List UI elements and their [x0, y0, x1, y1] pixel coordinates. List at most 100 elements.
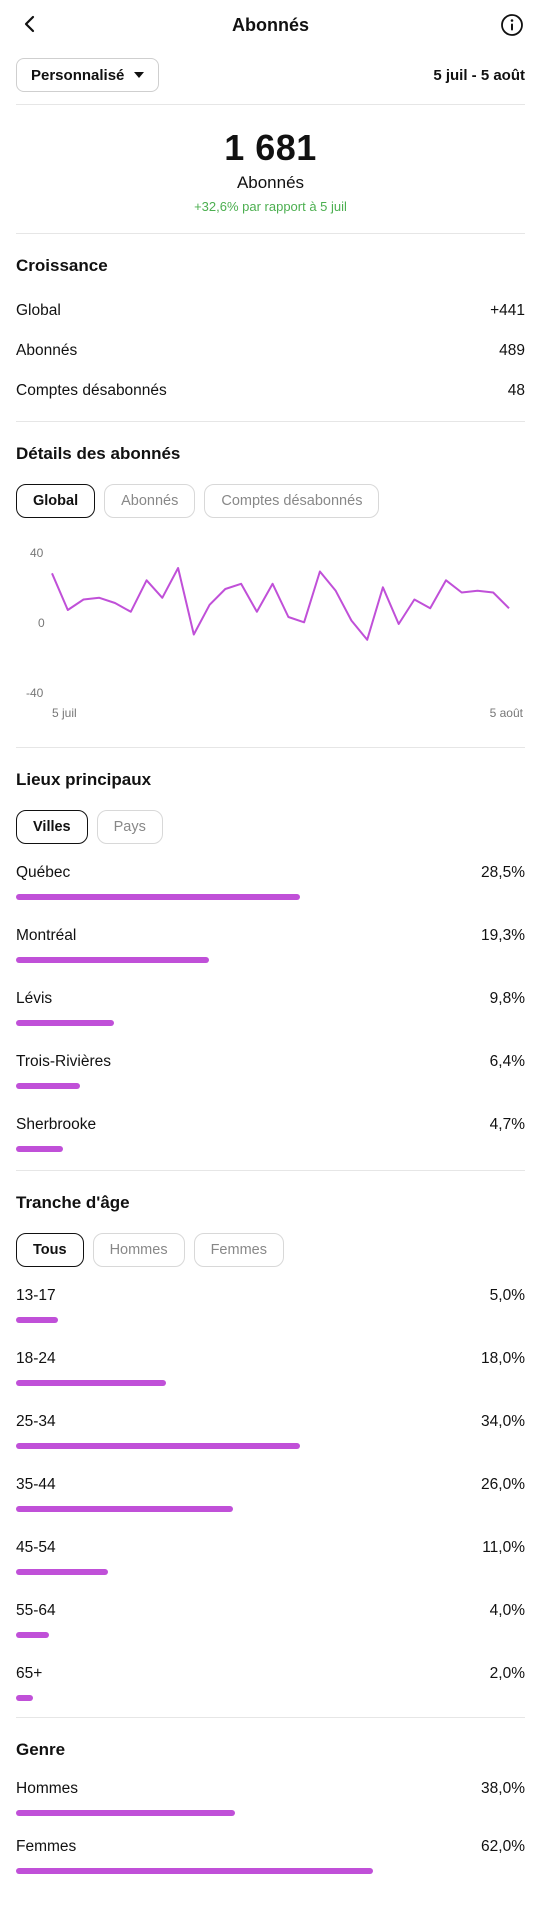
bar-label: 45-54 — [16, 1539, 56, 1556]
bar-row: 55-64 4,0% — [16, 1602, 525, 1638]
followers-summary: 1 681 Abonnés +32,6% par rapport à 5 jui… — [0, 105, 541, 233]
bar-label: 25-34 — [16, 1413, 56, 1430]
bar-row: Lévis 9,8% — [16, 990, 525, 1026]
bar-row: Québec 28,5% — [16, 864, 525, 900]
chevron-left-icon — [24, 15, 35, 33]
bar-row-head: 45-54 11,0% — [16, 1539, 525, 1557]
bar-row: 35-44 26,0% — [16, 1476, 525, 1512]
tab-women[interactable]: Femmes — [193, 1233, 284, 1267]
details-tabs: Global Abonnés Comptes désabonnés — [16, 484, 525, 518]
growth-row: Abonnés 489 — [16, 342, 525, 360]
bar-fill — [16, 894, 300, 900]
bar-label: Montréal — [16, 927, 77, 944]
bar-label: Sherbrooke — [16, 1116, 97, 1133]
tab-countries[interactable]: Pays — [96, 810, 163, 844]
bar-row-head: Sherbrooke 4,7% — [16, 1116, 525, 1134]
bar-label: 55-64 — [16, 1602, 56, 1619]
tab-global[interactable]: Global — [16, 484, 96, 518]
bar-label: Hommes — [16, 1780, 79, 1797]
growth-title: Croissance — [16, 256, 108, 275]
page-title: Abonnés — [231, 14, 309, 35]
bar-row-head: 25-34 34,0% — [16, 1413, 525, 1431]
bar-row: Montréal 19,3% — [16, 927, 525, 963]
bar-row-head: 18-24 18,0% — [16, 1350, 525, 1368]
bar-fill — [16, 1083, 80, 1089]
bar-row: 65+ 2,0% — [16, 1665, 525, 1701]
growth-row-label: Abonnés — [16, 342, 78, 359]
bar-row-head: 13-17 5,0% — [16, 1287, 525, 1305]
bar-label: Femmes — [16, 1838, 77, 1855]
bar-value: 28,5% — [481, 864, 525, 881]
bar-row-head: Québec 28,5% — [16, 864, 525, 882]
tab-followers[interactable]: Abonnés — [104, 484, 196, 518]
bar-label: Lévis — [16, 990, 53, 1007]
tab-cities[interactable]: Villes — [16, 810, 88, 844]
line-chart-svg — [51, 567, 510, 641]
gender-list: Hommes 38,0% Femmes 62,0% — [16, 1780, 525, 1874]
top-bar: Abonnés — [0, 0, 541, 50]
growth-row: Global +441 — [16, 302, 525, 320]
tab-men[interactable]: Hommes — [92, 1233, 185, 1267]
period-dropdown[interactable]: Personnalisé — [16, 58, 160, 92]
bar-fill — [16, 1810, 235, 1816]
bar-value: 4,0% — [489, 1602, 525, 1619]
bar-row: Femmes 62,0% — [16, 1838, 525, 1874]
bar-value: 62,0% — [481, 1838, 525, 1855]
bar-fill — [16, 1020, 114, 1026]
bar-value: 9,8% — [489, 990, 525, 1007]
bar-row: Hommes 38,0% — [16, 1780, 525, 1816]
bar-value: 34,0% — [481, 1413, 525, 1430]
bar-label: Québec — [16, 864, 71, 881]
period-dropdown-label: Personnalisé — [31, 66, 125, 84]
series-line — [51, 567, 510, 641]
tab-unfollowed[interactable]: Comptes désabonnés — [204, 484, 380, 518]
bar-fill — [16, 1569, 108, 1575]
age-tabs: Tous Hommes Femmes — [16, 1233, 525, 1267]
locations-tabs: Villes Pays — [16, 810, 525, 844]
bar-row-head: 55-64 4,0% — [16, 1602, 525, 1620]
info-button[interactable] — [499, 12, 525, 38]
bar-fill — [16, 1443, 300, 1449]
info-icon — [501, 14, 523, 36]
growth-section: Croissance Global +441 Abonnés 489 Compt… — [0, 234, 541, 421]
bar-fill — [16, 1868, 373, 1874]
age-range-section: Tranche d'âge Tous Hommes Femmes 13-17 5,… — [0, 1171, 541, 1717]
follower-details-section: Détails des abonnés Global Abonnés Compt… — [0, 422, 541, 747]
bar-label: 13-17 — [16, 1287, 56, 1304]
gender-section: Genre Hommes 38,0% Femmes 62,0% — [0, 1718, 541, 1874]
caret-down-icon — [134, 72, 145, 78]
bar-value: 26,0% — [481, 1476, 525, 1493]
bar-row-head: 35-44 26,0% — [16, 1476, 525, 1494]
bar-row-head: Femmes 62,0% — [16, 1838, 525, 1856]
locations-title: Lieux principaux — [16, 770, 152, 789]
bar-label: 65+ — [16, 1665, 43, 1682]
bar-row-head: Lévis 9,8% — [16, 990, 525, 1008]
bar-row-head: Montréal 19,3% — [16, 927, 525, 945]
bar-value: 19,3% — [481, 927, 525, 944]
bar-fill — [16, 1380, 166, 1386]
age-title: Tranche d'âge — [16, 1193, 130, 1212]
growth-row-value: 489 — [499, 342, 525, 359]
tab-all[interactable]: Tous — [16, 1233, 84, 1267]
back-button[interactable] — [18, 12, 42, 36]
x-start-label: 5 juil — [52, 706, 77, 720]
bar-value: 38,0% — [481, 1780, 525, 1797]
bar-row-head: Trois-Rivières 6,4% — [16, 1053, 525, 1071]
bar-fill — [16, 1146, 63, 1152]
growth-row: Comptes désabonnés 48 — [16, 382, 525, 400]
bar-row: 45-54 11,0% — [16, 1539, 525, 1575]
bar-value: 4,7% — [489, 1116, 525, 1133]
top-locations-section: Lieux principaux Villes Pays Québec 28,5%… — [0, 748, 541, 1170]
bar-row: Sherbrooke 4,7% — [16, 1116, 525, 1152]
bar-fill — [16, 1632, 49, 1638]
bar-label: 35-44 — [16, 1476, 56, 1493]
gender-title: Genre — [16, 1740, 66, 1759]
growth-row-label: Comptes désabonnés — [16, 382, 167, 399]
bar-value: 18,0% — [481, 1350, 525, 1367]
bar-fill — [16, 1317, 58, 1323]
age-list: 13-17 5,0% 18-24 18,0% 25-34 34,0% 35-44 26,0% 4… — [16, 1287, 525, 1701]
bar-fill — [16, 1506, 233, 1512]
bar-row-head: Hommes 38,0% — [16, 1780, 525, 1798]
followers-change: +32,6% par rapport à 5 juil — [194, 199, 347, 214]
date-range: 5 juil - 5 août — [433, 66, 525, 84]
